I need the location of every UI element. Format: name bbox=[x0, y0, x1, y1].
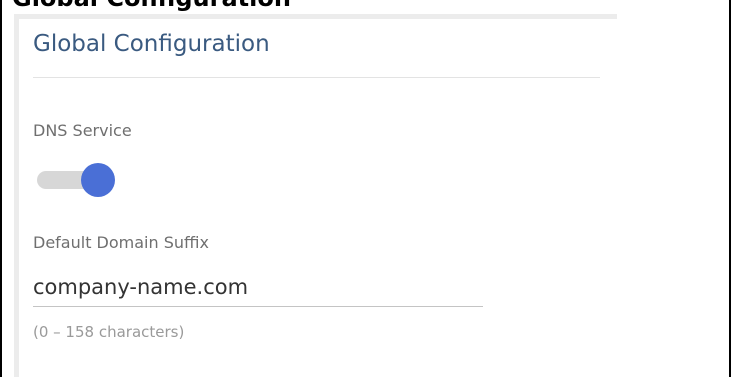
default-domain-suffix-hint: (0 – 158 characters) bbox=[33, 323, 185, 341]
default-domain-suffix-input[interactable] bbox=[33, 268, 483, 307]
page-heading: Global Configuration bbox=[12, 0, 291, 10]
panel-divider bbox=[33, 77, 600, 78]
toggle-knob bbox=[81, 163, 115, 197]
dns-service-label: DNS Service bbox=[33, 121, 132, 140]
default-domain-suffix-label: Default Domain Suffix bbox=[33, 233, 209, 252]
dns-service-toggle[interactable] bbox=[37, 162, 121, 197]
page-frame: Global Configuration Global Configuratio… bbox=[0, 0, 731, 377]
panel-title: Global Configuration bbox=[33, 31, 270, 57]
